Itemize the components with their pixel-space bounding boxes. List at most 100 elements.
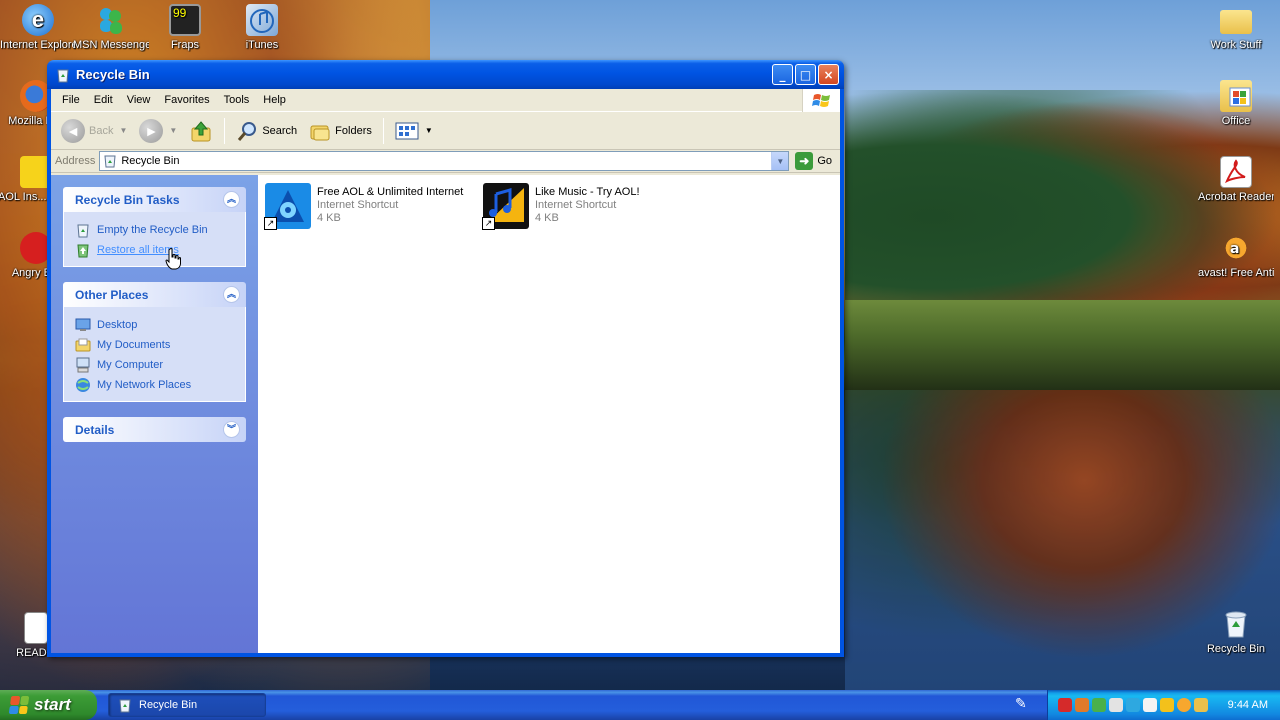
toolbar-separator (224, 117, 226, 144)
aim-tray-icon[interactable] (1160, 698, 1174, 712)
my-computer-link[interactable]: My Computer (75, 355, 245, 375)
restore-arrow-icon (77, 244, 89, 258)
search-icon (238, 121, 257, 141)
msn-messenger-icon (95, 4, 127, 36)
desktop-icon-acrobat-reader[interactable]: Acrobat Reader 5.0 (1198, 156, 1274, 204)
desktop-icon-itunes[interactable]: iTunes (224, 4, 300, 52)
recycle-bin-icon (1220, 608, 1252, 640)
address-dropdown-button[interactable]: ▼ (771, 152, 789, 170)
internet-explorer-icon: e (22, 4, 54, 36)
update-tray-icon[interactable] (1092, 698, 1106, 712)
recycle-bin-icon (104, 155, 116, 168)
recycle-bin-tasks-panel: Recycle Bin Tasks ︽ Empty the Recycle Bi… (63, 187, 246, 267)
other-places-panel: Other Places ︽ Desktop My Documents My C… (63, 282, 246, 402)
aol-shortcut-icon: ↗ (264, 182, 312, 230)
desktop-icon-internet-explorer[interactable]: e Internet Explorer (B... (0, 4, 76, 52)
itunes-icon (246, 4, 278, 36)
taskbar: start Recycle Bin ✎ 9:44 AM (0, 690, 1280, 720)
empty-recycle-bin-link[interactable]: Empty the Recycle Bin (75, 220, 245, 240)
views-button[interactable]: ▼ (391, 116, 437, 146)
window-client-area: File Edit View Favorites Tools Help ◄ Ba… (51, 89, 840, 653)
title-bar[interactable]: Recycle Bin _ □ × (47, 60, 844, 89)
maximize-button[interactable]: □ (795, 64, 816, 85)
shortcut-arrow-icon: ↗ (482, 217, 495, 230)
close-button[interactable]: × (818, 64, 839, 85)
minimize-button[interactable]: _ (772, 64, 793, 85)
my-documents-link[interactable]: My Documents (75, 335, 245, 355)
recycle-bin-tasks-header[interactable]: Recycle Bin Tasks ︽ (63, 187, 246, 212)
forward-dropdown-icon[interactable]: ▼ (169, 126, 177, 135)
windows-flag-icon (8, 696, 30, 714)
other-places-header[interactable]: Other Places ︽ (63, 282, 246, 307)
taskbar-clock[interactable]: 9:44 AM (1228, 699, 1268, 711)
shield-tray-icon[interactable] (1143, 698, 1157, 712)
hand-cursor-icon (165, 248, 181, 270)
toolbar-separator (382, 117, 384, 144)
views-dropdown-icon[interactable]: ▼ (425, 126, 433, 135)
menu-help[interactable]: Help (256, 94, 293, 106)
details-header[interactable]: Details ︾ (63, 417, 246, 442)
start-button[interactable]: start (0, 690, 97, 720)
menu-view[interactable]: View (120, 94, 158, 106)
messenger-tray-icon[interactable] (1126, 698, 1140, 712)
standard-toolbar: ◄ Back ▼ ► ▼ Search Folders ▼ (51, 112, 840, 150)
folder-icon (1220, 10, 1252, 34)
back-button[interactable]: ◄ Back ▼ (57, 116, 131, 146)
task-pane: Recycle Bin Tasks ︽ Empty the Recycle Bi… (51, 175, 258, 653)
avast-tray-icon[interactable] (1177, 698, 1191, 712)
views-icon (395, 122, 419, 139)
desktop-icon-fraps[interactable]: 99 Fraps (147, 4, 223, 52)
desktop-icon-office[interactable]: Office (1198, 80, 1274, 128)
folders-button[interactable]: Folders (305, 116, 376, 146)
menu-bar: File Edit View Favorites Tools Help (51, 89, 840, 112)
desktop-icon-msn-messenger[interactable]: MSN Messenger 5.0 (73, 4, 149, 52)
desktop-link[interactable]: Desktop (75, 315, 245, 335)
acrobat-icon (1220, 156, 1252, 188)
desktop-icon-avast[interactable]: a avast! Free Antivirus (1198, 232, 1274, 280)
expand-chevron-icon[interactable]: ︾ (223, 421, 240, 438)
window-content: Recycle Bin Tasks ︽ Empty the Recycle Bi… (51, 175, 840, 653)
address-bar: Address Recycle Bin ▼ ➜ Go (51, 150, 840, 173)
file-item[interactable]: ↗ Free AOL & Unlimited Internet Internet… (264, 182, 463, 230)
menu-tools[interactable]: Tools (217, 94, 257, 106)
collapse-chevron-icon[interactable]: ︽ (223, 286, 240, 303)
up-folder-button[interactable] (185, 116, 217, 146)
my-network-places-link[interactable]: My Network Places (75, 375, 245, 395)
network-tray-icon[interactable] (1109, 698, 1123, 712)
recycle-bin-window[interactable]: Recycle Bin _ □ × File Edit View Favorit… (47, 60, 844, 657)
svg-text:a: a (1230, 241, 1239, 257)
tool-tray-icon[interactable] (1194, 698, 1208, 712)
my-computer-icon (76, 357, 90, 373)
restore-all-items-link[interactable]: Restore all items (75, 240, 245, 260)
address-label: Address (55, 155, 96, 167)
recycle-bin-icon (57, 69, 69, 82)
my-documents-icon (75, 338, 91, 352)
desktop-icon-work-stuff[interactable]: Work Stuff (1198, 4, 1274, 52)
go-button[interactable]: ➜ Go (789, 152, 840, 170)
menu-edit[interactable]: Edit (87, 94, 120, 106)
pen-tool-icon[interactable]: ✎ (1015, 696, 1033, 714)
antivirus-tray-icon[interactable] (1058, 698, 1072, 712)
file-list[interactable]: ↗ Free AOL & Unlimited Internet Internet… (258, 175, 840, 653)
security-tray-icon[interactable] (1075, 698, 1089, 712)
details-panel: Details ︾ (63, 417, 246, 442)
file-item[interactable]: ↗ Like Music - Try AOL! Internet Shortcu… (482, 182, 640, 230)
back-dropdown-icon[interactable]: ▼ (119, 126, 127, 135)
taskbar-recycle-bin-button[interactable]: Recycle Bin (108, 693, 266, 717)
desktop-icon-recycle-bin[interactable]: Recycle Bin (1198, 608, 1274, 656)
collapse-chevron-icon[interactable]: ︽ (223, 191, 240, 208)
aol-music-shortcut-icon: ↗ (482, 182, 530, 230)
menu-favorites[interactable]: Favorites (157, 94, 216, 106)
forward-button[interactable]: ► ▼ (135, 116, 181, 146)
shortcut-arrow-icon: ↗ (264, 217, 277, 230)
menu-file[interactable]: File (55, 94, 87, 106)
fraps-icon: 99 (169, 4, 201, 36)
up-folder-icon (191, 120, 211, 141)
forward-arrow-icon: ► (139, 118, 164, 143)
search-button[interactable]: Search (232, 116, 301, 146)
empty-recycle-bin-icon (77, 224, 89, 238)
text-document-icon (24, 612, 48, 644)
address-input[interactable]: Recycle Bin ▼ (99, 151, 790, 171)
system-tray: 9:44 AM (1047, 690, 1280, 720)
window-title: Recycle Bin (76, 67, 150, 82)
